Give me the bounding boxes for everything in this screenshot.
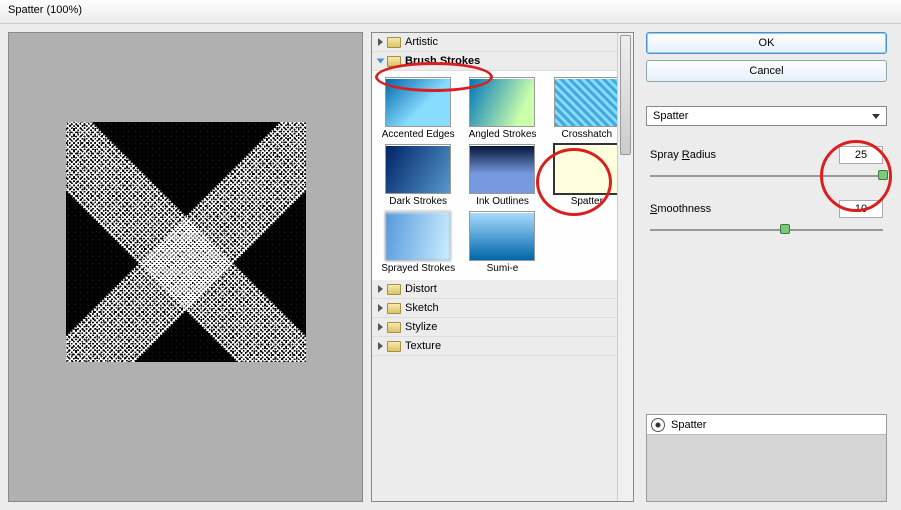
effect-layers-panel: Spatter (646, 414, 887, 502)
category-distort[interactable]: Distort (372, 280, 633, 299)
dialog-body: Artistic Brush Strokes Accented Edges An… (0, 24, 901, 510)
visibility-eye-icon[interactable] (651, 418, 665, 432)
folder-icon (387, 56, 401, 67)
folder-icon (387, 303, 401, 314)
folder-icon (387, 37, 401, 48)
scrollbar-thumb[interactable] (620, 35, 631, 155)
chevron-down-icon (872, 114, 880, 119)
category-label: Artistic (405, 36, 438, 48)
category-texture[interactable]: Texture (372, 337, 633, 356)
preview-panel (8, 32, 363, 502)
thumb-dark-strokes[interactable]: Dark Strokes (378, 144, 458, 207)
thumb-crosshatch[interactable]: Crosshatch (547, 77, 627, 140)
thumb-sprayed-strokes[interactable]: Sprayed Strokes (378, 211, 458, 274)
thumb-ink-outlines[interactable]: Ink Outlines (462, 144, 542, 207)
param-smoothness: Smoothness 10 (646, 200, 887, 218)
spray-radius-slider[interactable] (650, 172, 883, 180)
spray-radius-label: Spray Radius (650, 149, 716, 161)
effect-layer-label: Spatter (671, 419, 706, 431)
category-sketch[interactable]: Sketch (372, 299, 633, 318)
cancel-button[interactable]: Cancel (646, 60, 887, 82)
disclosure-triangle-icon (378, 342, 383, 350)
spray-radius-input[interactable]: 25 (839, 146, 883, 164)
thumb-accented-edges[interactable]: Accented Edges (378, 77, 458, 140)
thumb-sumi-e[interactable]: Sumi-e (462, 211, 542, 274)
settings-panel: OK Cancel Spatter Spray Radius 25 Smooth… (638, 24, 901, 510)
title-text: Spatter (100%) (8, 4, 82, 16)
smoothness-label: Smoothness (650, 203, 711, 215)
disclosure-triangle-icon (378, 285, 383, 293)
smoothness-input[interactable]: 10 (839, 200, 883, 218)
preview-image (66, 122, 306, 362)
thumb-angled-strokes[interactable]: Angled Strokes (462, 77, 542, 140)
param-spray-radius: Spray Radius 25 (646, 146, 887, 164)
disclosure-triangle-icon (377, 59, 385, 64)
category-label: Distort (405, 283, 437, 295)
category-artistic[interactable]: Artistic (372, 33, 633, 52)
dropdown-value: Spatter (653, 110, 688, 122)
thumb-spatter[interactable]: Spatter (547, 144, 627, 207)
folder-icon (387, 322, 401, 333)
folder-icon (387, 341, 401, 352)
brush-strokes-thumbs: Accented Edges Angled Strokes Crosshatch… (372, 71, 633, 280)
disclosure-triangle-icon (378, 304, 383, 312)
disclosure-triangle-icon (378, 38, 383, 46)
category-label: Stylize (405, 321, 437, 333)
category-brush-strokes[interactable]: Brush Strokes (372, 52, 633, 71)
ok-button[interactable]: OK (646, 32, 887, 54)
disclosure-triangle-icon (378, 323, 383, 331)
effect-layer-row[interactable]: Spatter (647, 415, 886, 435)
slider-thumb-icon[interactable] (780, 224, 790, 234)
scrollbar[interactable] (617, 33, 633, 501)
filter-dropdown[interactable]: Spatter (646, 106, 887, 126)
smoothness-slider[interactable] (650, 226, 883, 234)
window-title: Spatter (100%) (0, 0, 901, 24)
filter-list-panel: Artistic Brush Strokes Accented Edges An… (371, 32, 634, 502)
folder-icon (387, 284, 401, 295)
category-label: Sketch (405, 302, 439, 314)
category-label: Texture (405, 340, 441, 352)
category-stylize[interactable]: Stylize (372, 318, 633, 337)
category-label: Brush Strokes (405, 55, 480, 67)
slider-thumb-icon[interactable] (878, 170, 888, 180)
